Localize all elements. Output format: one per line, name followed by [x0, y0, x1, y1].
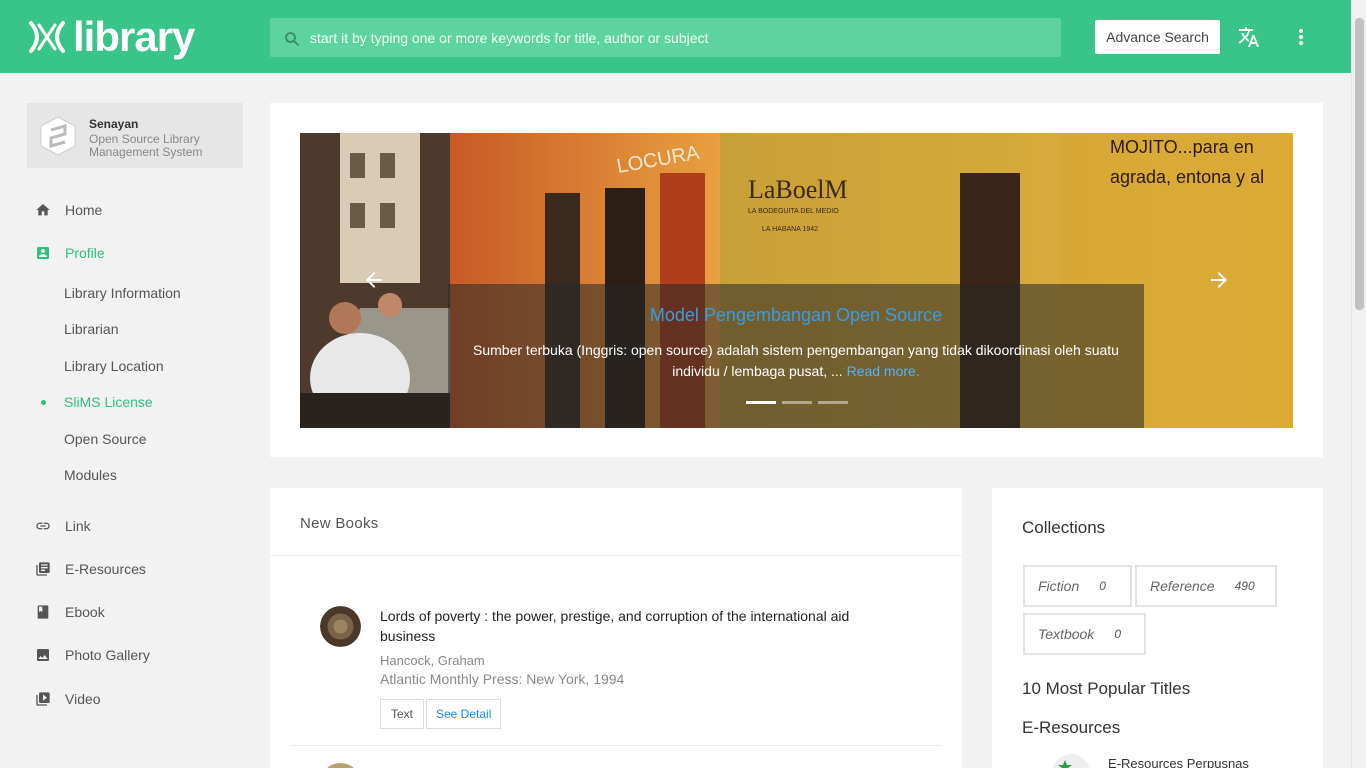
- brand-card: Senayan Open Source Library Management S…: [27, 103, 243, 168]
- more-vertical-icon[interactable]: [1289, 25, 1313, 49]
- collections-title: Collections: [1022, 518, 1106, 537]
- collection-chip-textbook[interactable]: Textbook 0: [1023, 613, 1146, 655]
- page-scrollbar[interactable]: [1351, 0, 1366, 768]
- new-books-card: New Books Lords of poverty : the power, …: [270, 488, 962, 768]
- star-icon: [1058, 760, 1072, 768]
- sidebar-item-e-resources[interactable]: E-Resources: [35, 561, 146, 577]
- sidebar-item-label: Link: [65, 518, 91, 534]
- library-logo[interactable]: library: [27, 13, 195, 60]
- link-icon: [36, 522, 50, 530]
- sidebar-subitem-library-information[interactable]: Library Information: [64, 285, 181, 301]
- search-box: [270, 18, 1061, 57]
- collection-chip-reference[interactable]: Reference 490: [1135, 565, 1277, 607]
- divider: [270, 555, 962, 556]
- e-resources-icon: [36, 562, 50, 576]
- sidebar-item-ebook[interactable]: Ebook: [35, 604, 105, 620]
- wall-text-1: MOJITO...para en: [1110, 137, 1254, 157]
- popular-titles-heading: 10 Most Popular Titles: [1022, 679, 1191, 698]
- book-publisher: Atlantic Monthly Press: New York, 1994: [380, 671, 625, 687]
- book-type-badge: Text: [380, 699, 425, 729]
- profile-icon: [37, 247, 49, 259]
- search-input[interactable]: [310, 18, 1050, 57]
- logo-text: library: [73, 13, 195, 60]
- book-cover-image: [320, 606, 361, 647]
- sidebar-subitem-library-location[interactable]: Library Location: [64, 358, 164, 374]
- sidebar-item-photo-gallery[interactable]: Photo Gallery: [35, 647, 150, 663]
- sidebar-subitem-modules[interactable]: Modules: [64, 467, 117, 483]
- bodeguita-sign: LaBoelM: [748, 175, 848, 204]
- chip-label: Reference: [1150, 578, 1215, 594]
- see-detail-button[interactable]: See Detail: [426, 699, 502, 729]
- e-resources-item-icon: [1052, 754, 1090, 768]
- chip-label: Fiction: [1038, 578, 1080, 594]
- library-logo-icon: [29, 21, 65, 53]
- home-icon: [36, 204, 50, 216]
- slide-title[interactable]: Model Pengembangan Open Source: [448, 305, 1144, 326]
- sidebar-item-label: Photo Gallery: [65, 647, 150, 663]
- sidebar-item-link[interactable]: Link: [35, 518, 91, 534]
- search-icon: [285, 32, 299, 46]
- sidebar-item-label: E-Resources: [65, 561, 146, 577]
- bodeguita-sign-sub-1: LA BODEGUITA DEL MEDIO: [748, 208, 839, 215]
- chip-label: Textbook: [1038, 626, 1095, 642]
- slide-text: Sumber terbuka (Inggris: open source) ad…: [468, 340, 1124, 382]
- slide-indicator-1[interactable]: [746, 401, 776, 404]
- brand-subtitle: Open Source Library Management System: [89, 132, 203, 159]
- book-cover[interactable]: [320, 763, 361, 768]
- slide-indicator-2[interactable]: [782, 401, 812, 404]
- collections-card: Collections Fiction 0 Reference 490 Text…: [992, 488, 1323, 768]
- brand-name: Senayan: [89, 117, 139, 131]
- e-resources-heading: E-Resources: [1022, 718, 1121, 737]
- sidebar-item-home[interactable]: Home: [35, 202, 102, 218]
- bodeguita-sign-sub-2: LA HABANA 1942: [762, 226, 818, 233]
- sidebar-item-video[interactable]: Video: [35, 691, 101, 707]
- top-bar: library Advance Search: [0, 0, 1366, 73]
- photo-gallery-icon: [37, 649, 49, 661]
- chip-count: 490: [1234, 579, 1255, 593]
- sidebar-subitem-slims-license[interactable]: SliMS License: [64, 394, 153, 410]
- ebook-icon: [37, 605, 49, 619]
- sidebar-item-profile[interactable]: Profile: [35, 245, 105, 261]
- chip-count: 0: [1114, 627, 1121, 641]
- new-books-title: New Books: [300, 515, 379, 532]
- book-cover[interactable]: [320, 606, 361, 647]
- sidebar-item-label: Ebook: [65, 604, 105, 620]
- slide-caption: Model Pengembangan Open Source Sumber te…: [448, 284, 1144, 428]
- wall-text-2: agrada, entona y al: [1110, 167, 1264, 187]
- sidebar-item-label: Profile: [65, 245, 105, 261]
- active-dot: [41, 400, 46, 405]
- advance-search-button[interactable]: Advance Search: [1095, 20, 1220, 54]
- e-resources-item[interactable]: E-Resources Perpusnas: [1108, 756, 1249, 768]
- book-title[interactable]: Lords of poverty : the power, prestige, …: [380, 606, 880, 646]
- sidebar-subitem-open-source[interactable]: Open Source: [64, 431, 147, 447]
- slide-indicator-3[interactable]: [818, 401, 848, 404]
- book-author: Hancock, Graham: [380, 653, 485, 668]
- slider-next-arrow-icon[interactable]: [1207, 268, 1231, 292]
- sidebar-subitem-librarian[interactable]: Librarian: [64, 321, 118, 337]
- video-icon: [36, 692, 50, 706]
- scrollbar-thumb[interactable]: [1355, 18, 1364, 310]
- collection-chip-fiction[interactable]: Fiction 0: [1023, 565, 1132, 607]
- slide-text-body: Sumber terbuka (Inggris: open source) ad…: [473, 342, 1119, 379]
- chip-count: 0: [1099, 579, 1106, 593]
- sidebar-item-label: Video: [65, 691, 101, 707]
- senayan-logo-icon: [40, 116, 76, 156]
- divider: [290, 745, 942, 746]
- translate-icon[interactable]: [1236, 25, 1260, 49]
- slider-prev-arrow-icon[interactable]: [362, 268, 386, 292]
- sidebar-item-label: Home: [65, 202, 103, 218]
- read-more-link[interactable]: Read more.: [847, 363, 920, 379]
